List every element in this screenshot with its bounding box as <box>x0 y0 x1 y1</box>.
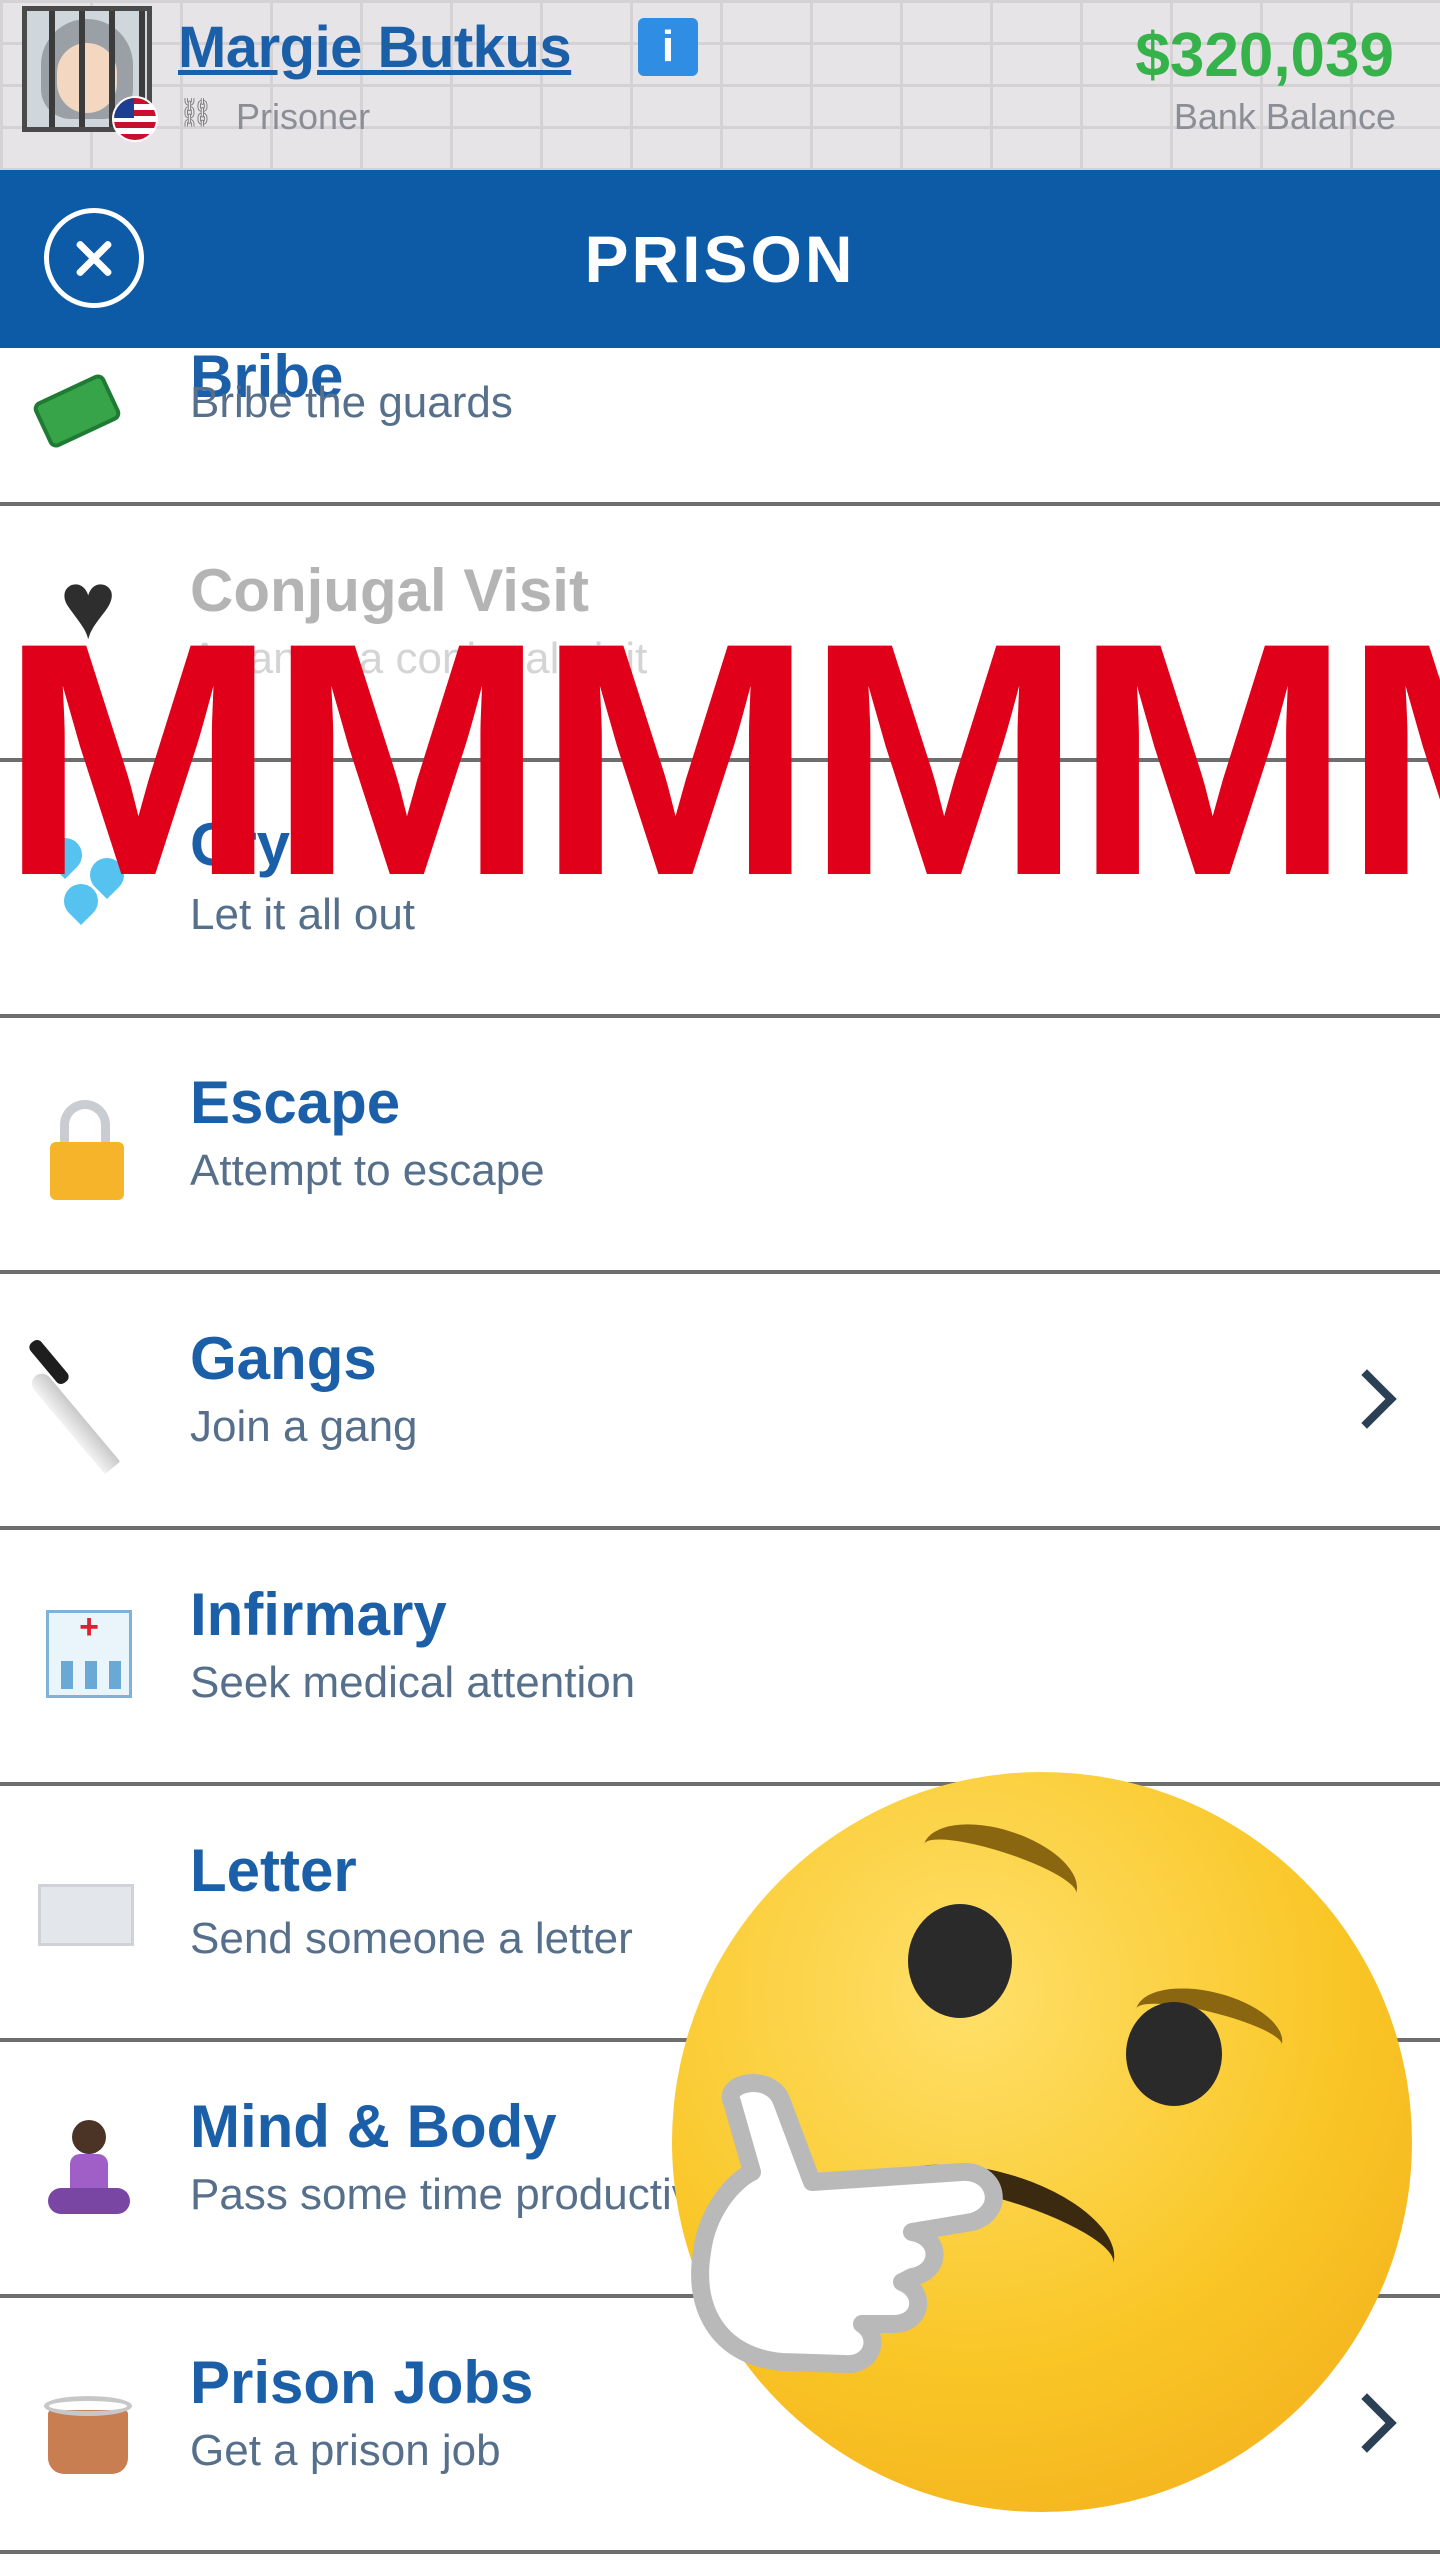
us-flag-icon <box>112 96 158 142</box>
list-item-subtitle: Send someone a letter <box>190 1914 633 1963</box>
handcuffs-icon: ⛓ <box>178 97 214 128</box>
money-icon <box>31 371 123 451</box>
list-item-subtitle: Get a prison job <box>190 2426 501 2475</box>
thinking-hand-icon <box>691 2074 1003 2374</box>
bank-balance: $320,039 <box>1135 21 1394 90</box>
list-item-label: Letter <box>190 1837 357 1904</box>
list-item-gangs[interactable]: Gangs Join a gang <box>0 1274 1440 1530</box>
list-item-subtitle: Attempt to escape <box>190 1146 545 1195</box>
list-item-label: Prison Jobs <box>190 2349 534 2416</box>
chevron-right-icon <box>1337 1369 1397 1429</box>
thinking-face-emoji <box>672 1772 1412 2512</box>
hospital-icon: + <box>38 1598 138 1698</box>
left-eye <box>908 1904 1012 2018</box>
list-item-subtitle: Bribe the guards <box>190 378 513 427</box>
status-header: Margie Butkus i ⛓ Prisoner $320,039 Bank… <box>0 0 1440 170</box>
envelope-icon <box>38 1884 134 1946</box>
list-item-subtitle: Seek medical attention <box>190 1658 636 1707</box>
bank-balance-label: Bank Balance <box>1173 96 1396 137</box>
list-item-subtitle: Join a gang <box>190 1402 418 1451</box>
list-item-label: Escape <box>190 1069 401 1136</box>
page-title: PRISON <box>584 222 856 296</box>
player-status: Prisoner <box>236 96 371 137</box>
laundry-basket-icon <box>38 2378 138 2478</box>
list-item-infirmary[interactable]: + Infirmary Seek medical attention <box>0 1530 1440 1786</box>
player-name[interactable]: Margie Butkus <box>178 14 572 81</box>
close-button[interactable] <box>44 208 144 308</box>
right-eye <box>1126 2002 1222 2106</box>
list-item-label: Gangs <box>190 1325 377 1392</box>
yoga-icon <box>38 2116 138 2216</box>
list-item-label: Conjugal Visit <box>190 557 589 624</box>
title-bar: PRISON <box>0 170 1440 348</box>
lock-icon <box>38 1096 138 1200</box>
list-item-escape[interactable]: Escape Attempt to escape <box>0 1018 1440 1274</box>
chevron-right-icon <box>1337 2393 1397 2453</box>
list-item-label: Infirmary <box>190 1581 447 1648</box>
knife-icon <box>26 1337 138 1475</box>
list-item-subtitle: Let it all out <box>190 890 416 939</box>
info-icon[interactable]: i <box>638 18 698 76</box>
list-item-label: Mind & Body <box>190 2093 557 2160</box>
overlay-caption: MMMMMMM <box>0 625 1440 895</box>
list-item-bribe[interactable]: Bribe Bribe the guards <box>0 348 1440 506</box>
